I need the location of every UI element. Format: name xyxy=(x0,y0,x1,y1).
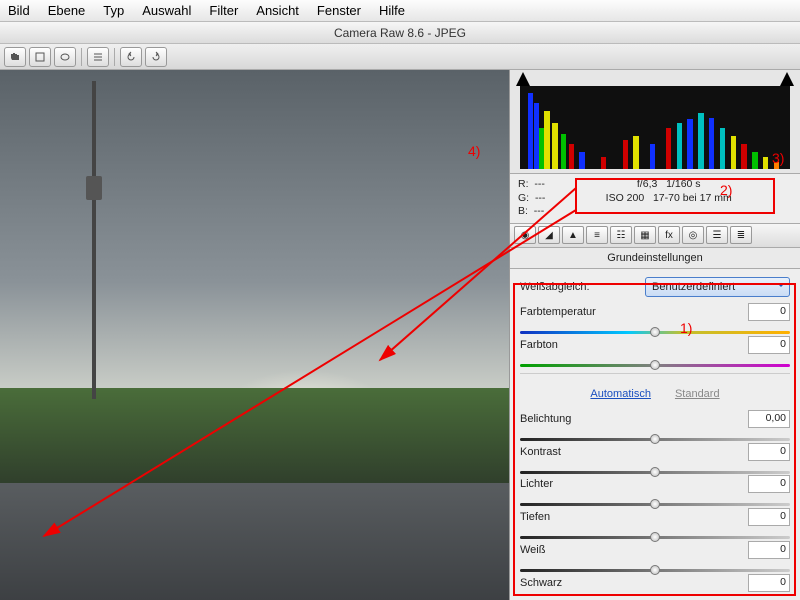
tab-detail-icon[interactable]: ▲ xyxy=(562,226,584,244)
menu-auswahl[interactable]: Auswahl xyxy=(142,3,191,18)
annotation-label-2: 2) xyxy=(720,182,732,198)
menu-ansicht[interactable]: Ansicht xyxy=(256,3,299,18)
annotation-label-4: 4) xyxy=(468,143,480,159)
tab-snapshots-icon[interactable]: ≣ xyxy=(730,226,752,244)
annotation-box-2 xyxy=(575,178,775,214)
tool-rotate-cw-icon[interactable] xyxy=(145,47,167,67)
tab-lens-icon[interactable]: ▦ xyxy=(634,226,656,244)
section-title: Grundeinstellungen xyxy=(510,248,800,269)
histogram[interactable] xyxy=(510,70,800,174)
tab-basic-icon[interactable]: ◉ xyxy=(514,226,536,244)
tool-hand-icon[interactable] xyxy=(4,47,26,67)
menu-bild[interactable]: Bild xyxy=(8,3,30,18)
menu-filter[interactable]: Filter xyxy=(209,3,238,18)
shadow-clip-icon[interactable] xyxy=(516,72,530,86)
app-menubar: Bild Ebene Typ Auswahl Filter Ansicht Fe… xyxy=(0,0,800,22)
menu-typ[interactable]: Typ xyxy=(103,3,124,18)
tab-curve-icon[interactable]: ◢ xyxy=(538,226,560,244)
panel-tabs: ◉ ◢ ▲ ≡ ☷ ▦ fx ◎ ☰ ≣ xyxy=(510,224,800,248)
tool-list-icon[interactable] xyxy=(87,47,109,67)
tab-split-icon[interactable]: ☷ xyxy=(610,226,632,244)
rgb-readout: R: --- G: --- B: --- xyxy=(518,178,545,219)
annotation-label-3: 3) xyxy=(772,150,784,166)
tab-presets-icon[interactable]: ☰ xyxy=(706,226,728,244)
tool-crop-icon[interactable] xyxy=(29,47,51,67)
image-preview[interactable] xyxy=(0,70,510,600)
tool-oval-icon[interactable] xyxy=(54,47,76,67)
tab-camera-icon[interactable]: ◎ xyxy=(682,226,704,244)
tool-rotate-ccw-icon[interactable] xyxy=(120,47,142,67)
menu-fenster[interactable]: Fenster xyxy=(317,3,361,18)
annotation-box-1 xyxy=(513,283,796,596)
window-title: Camera Raw 8.6 - JPEG xyxy=(0,22,800,44)
toolbar xyxy=(0,44,800,70)
annotation-label-1: 1) xyxy=(680,320,692,336)
tab-hsl-icon[interactable]: ≡ xyxy=(586,226,608,244)
menu-ebene[interactable]: Ebene xyxy=(48,3,86,18)
tab-fx-icon[interactable]: fx xyxy=(658,226,680,244)
highlight-clip-icon[interactable] xyxy=(780,72,794,86)
menu-hilfe[interactable]: Hilfe xyxy=(379,3,405,18)
